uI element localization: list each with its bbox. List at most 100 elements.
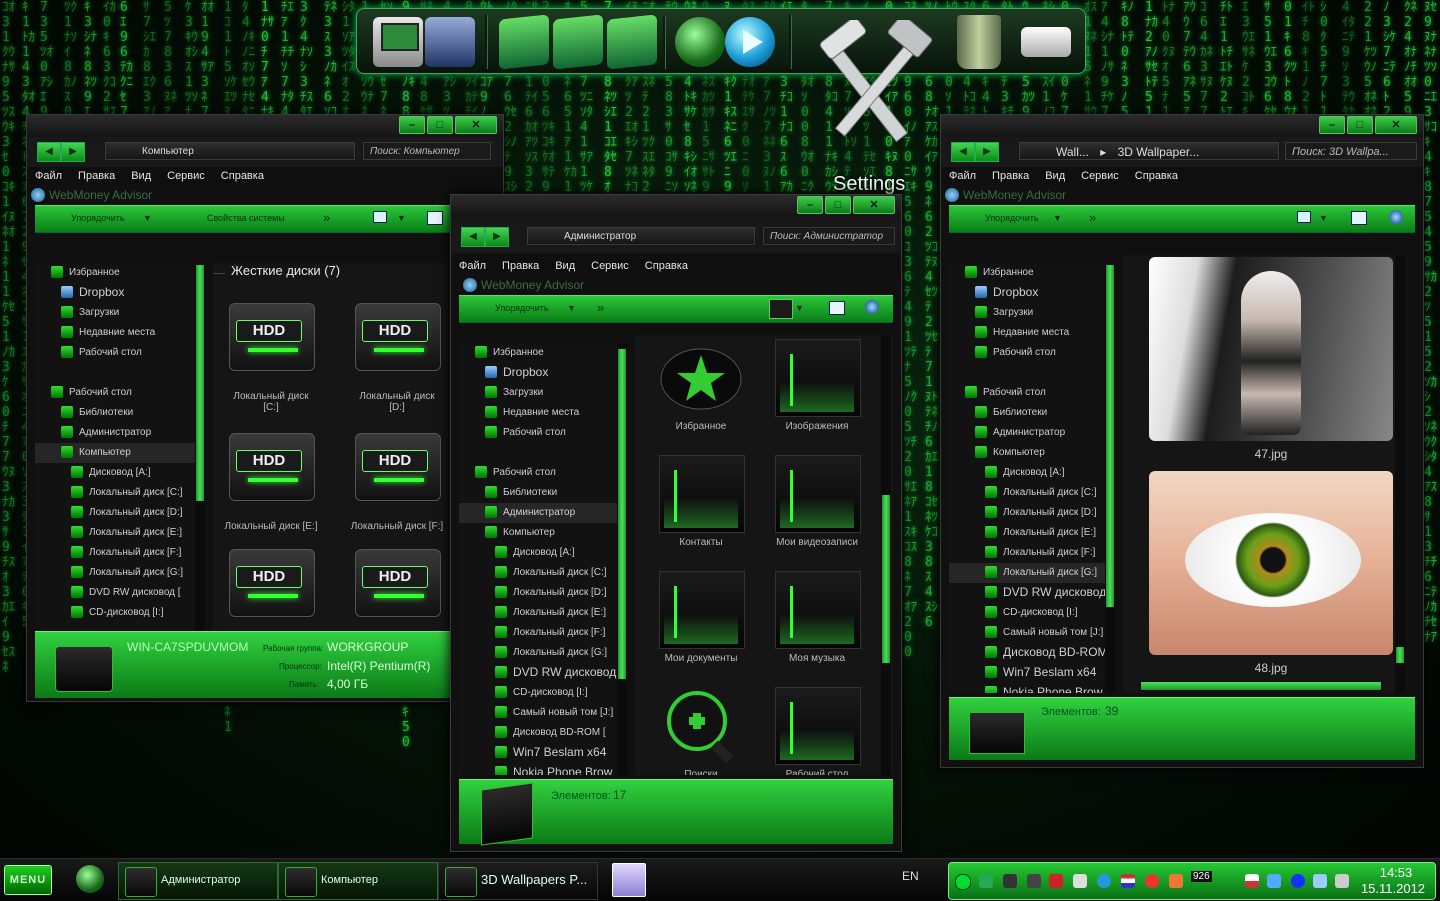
maximize-button[interactable]: □ (427, 116, 453, 134)
close-button[interactable]: ✕ (853, 196, 895, 214)
menu-item[interactable]: Файл (949, 167, 976, 185)
view-dropdown-icon[interactable]: ▼ (795, 303, 804, 313)
globe-icon[interactable] (675, 17, 725, 67)
search-input[interactable]: Поиск: Администратор (763, 227, 895, 245)
nav-item[interactable]: Избранное (949, 263, 1105, 283)
tray-icon-rss[interactable] (1073, 874, 1087, 888)
drive-tile[interactable]: HDD (225, 549, 317, 631)
nav-scroll-thumb[interactable] (618, 349, 626, 679)
back-button[interactable]: ◀ (951, 142, 975, 162)
webmoney-advisor-bar[interactable]: WebMoney Advisor (27, 185, 503, 205)
nav-item[interactable]: Загрузки (949, 303, 1105, 323)
horizontal-scroll-thumb[interactable] (1141, 682, 1381, 690)
nav-item[interactable]: Nokia Phone Brow (949, 683, 1105, 693)
nav-scroll-thumb[interactable] (196, 265, 204, 501)
nav-item[interactable]: Локальный диск [E:] (949, 523, 1105, 543)
organize-dropdown-icon[interactable]: ▼ (1053, 213, 1062, 223)
close-button[interactable]: ✕ (1375, 116, 1417, 134)
alien-folder-icon[interactable] (659, 455, 745, 533)
folder-icon[interactable] (775, 339, 861, 417)
menu-item[interactable]: Справка (645, 257, 688, 275)
address-segment[interactable]: 3D Wallpaper... (1118, 145, 1200, 159)
nav-item[interactable]: Недавние места (949, 323, 1105, 343)
nav-item[interactable]: Локальный диск [E:] (459, 603, 617, 623)
forward-button[interactable]: ▶ (61, 142, 85, 162)
back-button[interactable]: ◀ (37, 142, 61, 162)
nav-item[interactable]: CD-дисковод [I:] (459, 683, 617, 703)
view-options-icon[interactable] (373, 211, 387, 223)
tray-icon-window[interactable] (1245, 874, 1259, 888)
nav-item[interactable]: Загрузки (459, 383, 617, 403)
address-segment[interactable]: Wall... (1056, 145, 1089, 159)
folder-icon[interactable] (775, 571, 861, 649)
nav-item[interactable]: Недавние места (35, 323, 195, 343)
menu-item[interactable]: Правка (78, 167, 115, 185)
nav-item[interactable]: Локальный диск [C:] (459, 563, 617, 583)
nav-item[interactable]: DVD RW дисковод (949, 583, 1105, 603)
maximize-button[interactable]: □ (1347, 116, 1373, 134)
display-icon[interactable] (1021, 27, 1071, 57)
nav-item[interactable]: Самый новый том [J:] (949, 623, 1105, 643)
organize-dropdown-icon[interactable]: ▼ (143, 213, 152, 223)
preview-pane-icon[interactable] (1351, 211, 1367, 225)
documents-folder-icon[interactable] (659, 571, 745, 649)
menu-item[interactable]: Файл (35, 167, 62, 185)
menu-item[interactable]: Вид (131, 167, 151, 185)
more-commands-button[interactable]: » (323, 210, 330, 225)
nav-item[interactable]: Дисковод BD-ROM [ (459, 723, 617, 743)
tray-icon-keyboard[interactable] (1027, 874, 1041, 888)
tray-badge[interactable]: 926 (1191, 871, 1212, 882)
nav-item[interactable]: Недавние места (459, 403, 617, 423)
nav-item[interactable]: Дисковод [A:] (459, 543, 617, 563)
bluetooth-icon[interactable] (1291, 874, 1305, 888)
nav-item[interactable]: Локальный диск [D:] (459, 583, 617, 603)
nav-item[interactable]: Дисковод BD-ROM [ (949, 643, 1105, 663)
nav-item[interactable]: Win7 Beslam x64 (459, 743, 617, 763)
menu-item[interactable]: Сервис (1081, 167, 1119, 185)
content-scroll-thumb[interactable] (882, 495, 890, 663)
nav-item[interactable]: Локальный диск [D:] (35, 503, 195, 523)
more-commands-button[interactable]: » (597, 300, 604, 315)
nav-item[interactable]: Рабочий стол (949, 383, 1105, 403)
titlebar[interactable]: – □ ✕ (451, 195, 901, 217)
nav-item[interactable]: Локальный диск [E:] (35, 523, 195, 543)
close-button[interactable]: ✕ (455, 116, 497, 134)
nav-scrollbar[interactable] (617, 343, 627, 775)
tray-icon-network-arrows[interactable] (1267, 874, 1281, 888)
nav-item[interactable]: Dropbox (949, 283, 1105, 303)
menu-item[interactable]: Сервис (167, 167, 205, 185)
nav-item[interactable]: Nokia Phone Brow (459, 763, 617, 775)
forward-button[interactable]: ▶ (975, 142, 999, 162)
organize-dropdown-icon[interactable]: ▼ (567, 303, 576, 313)
preview-pane-icon[interactable] (829, 301, 845, 315)
settings-tools-icon[interactable] (808, 20, 938, 150)
nav-item[interactable]: DVD RW дисковод [ (459, 663, 617, 683)
nav-item[interactable]: Локальный диск [C:] (949, 483, 1105, 503)
tray-icon-update[interactable] (1097, 874, 1111, 888)
nav-item[interactable]: Рабочий стол (459, 423, 617, 443)
nav-item[interactable]: Загрузки (35, 303, 195, 323)
play-icon[interactable] (725, 17, 775, 67)
pictures-folder-icon[interactable] (553, 14, 603, 70)
desktop-icon[interactable] (425, 17, 475, 67)
desktop-folder-icon[interactable] (775, 687, 861, 765)
view-options-icon[interactable] (769, 299, 793, 319)
view-dropdown-icon[interactable]: ▼ (1319, 213, 1328, 223)
image-thumbnail-47[interactable] (1149, 257, 1393, 441)
forward-button[interactable]: ▶ (485, 227, 509, 247)
nav-item[interactable]: Компьютер (459, 523, 617, 543)
language-indicator[interactable]: EN (902, 869, 919, 883)
help-icon[interactable] (1389, 210, 1403, 224)
system-properties-button[interactable]: Свойства системы (207, 213, 285, 223)
tray-icon-drweb[interactable] (1169, 874, 1183, 888)
nav-item[interactable]: Дисковод [A:] (949, 463, 1105, 483)
nav-item[interactable]: Локальный диск [F:] (459, 623, 617, 643)
nav-item[interactable]: Библиотеки (949, 403, 1105, 423)
menu-item[interactable]: Сервис (591, 257, 629, 275)
view-options-icon[interactable] (1297, 211, 1311, 223)
content-scroll-thumb[interactable] (1396, 647, 1404, 663)
nav-item[interactable]: Компьютер (949, 443, 1105, 463)
search-icon[interactable] (659, 687, 743, 764)
nav-item[interactable]: DVD RW дисковод [ (35, 583, 195, 603)
nav-item[interactable]: Dropbox (35, 283, 195, 303)
